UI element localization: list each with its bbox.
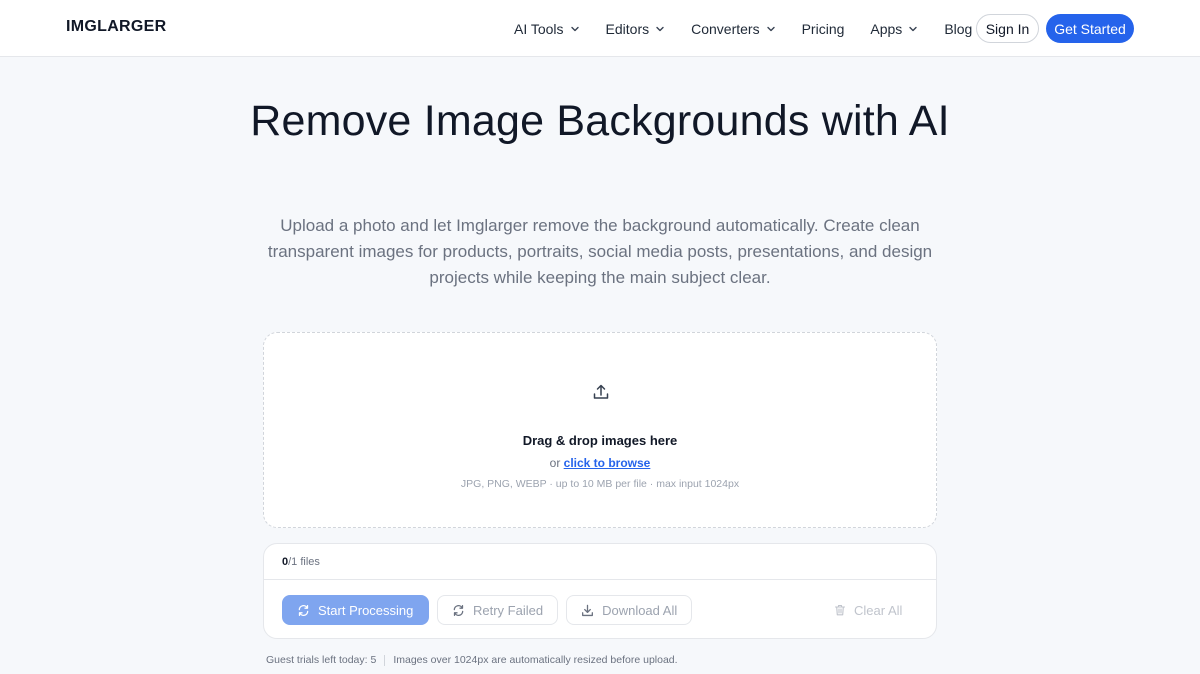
clear-all-label: Clear All [854, 602, 903, 618]
resize-note-text: Images over 1024px are automatically res… [393, 654, 678, 666]
download-all-button[interactable]: Download All [566, 595, 693, 625]
dropzone-browse-line: or click to browse [264, 456, 936, 470]
nav-blog[interactable]: Blog [944, 21, 972, 37]
browse-link[interactable]: click to browse [564, 456, 651, 470]
refresh-icon [453, 604, 464, 616]
dropzone-hint: JPG, PNG, WEBP · up to 10 MB per file · … [460, 478, 740, 490]
dropzone-title: Drag & drop images here [522, 433, 678, 448]
clear-all-button[interactable]: Clear All [834, 595, 902, 625]
start-processing-label: Start Processing [318, 602, 414, 618]
get-started-button[interactable]: Get Started [1046, 14, 1134, 43]
nav-pricing-label: Pricing [801, 20, 845, 37]
download-icon [582, 604, 594, 616]
chevron-down-icon [909, 26, 918, 31]
nav-pricing[interactable]: Pricing [802, 21, 845, 37]
retry-failed-button[interactable]: Retry Failed [437, 595, 559, 625]
guest-trials-text: Guest trials left today: 5 [266, 654, 377, 666]
page-subtitle: Upload a photo and let Imglarger remove … [267, 216, 933, 287]
usage-note: Guest trials left today: 5 Images over 1… [266, 654, 678, 666]
upload-dropzone[interactable]: Drag & drop images here or click to brow… [263, 332, 937, 528]
files-panel: 0/1 files Start Processing Retry Failed … [263, 543, 937, 639]
start-processing-button[interactable]: Start Processing [282, 595, 429, 625]
chevron-down-icon [656, 26, 664, 31]
page-title: Remove Image Backgrounds with AI [250, 97, 950, 145]
nav-apps-label: Apps [870, 20, 903, 37]
top-navbar: IMGLARGER AI Tools Editors Converters Pr… [0, 0, 1200, 57]
trash-icon [834, 604, 846, 616]
main-nav: AI Tools Editors Converters Pricing Apps… [514, 0, 998, 57]
chevron-down-icon [570, 26, 579, 31]
refresh-icon [298, 604, 309, 616]
nav-editors[interactable]: Editors [606, 21, 666, 37]
sign-in-button[interactable]: Sign In [976, 14, 1039, 43]
files-count: 0/1 files [264, 544, 936, 580]
files-count-total: /1 files [288, 555, 320, 568]
nav-converters[interactable]: Converters [691, 21, 775, 37]
chevron-down-icon [766, 26, 775, 31]
action-buttons: Start Processing Retry Failed Download A… [282, 595, 700, 625]
nav-editors-label: Editors [605, 20, 650, 37]
download-all-label: Download All [602, 602, 678, 618]
nav-ai-tools-label: AI Tools [514, 20, 564, 37]
upload-icon [593, 384, 609, 399]
divider [384, 654, 386, 666]
site-logo[interactable]: IMGLARGER [66, 18, 166, 36]
nav-ai-tools[interactable]: AI Tools [514, 21, 580, 37]
nav-blog-label: Blog [944, 20, 973, 37]
dropzone-or-text: or [549, 456, 561, 470]
nav-apps[interactable]: Apps [870, 21, 918, 37]
retry-failed-label: Retry Failed [473, 602, 544, 618]
nav-converters-label: Converters [691, 20, 760, 37]
